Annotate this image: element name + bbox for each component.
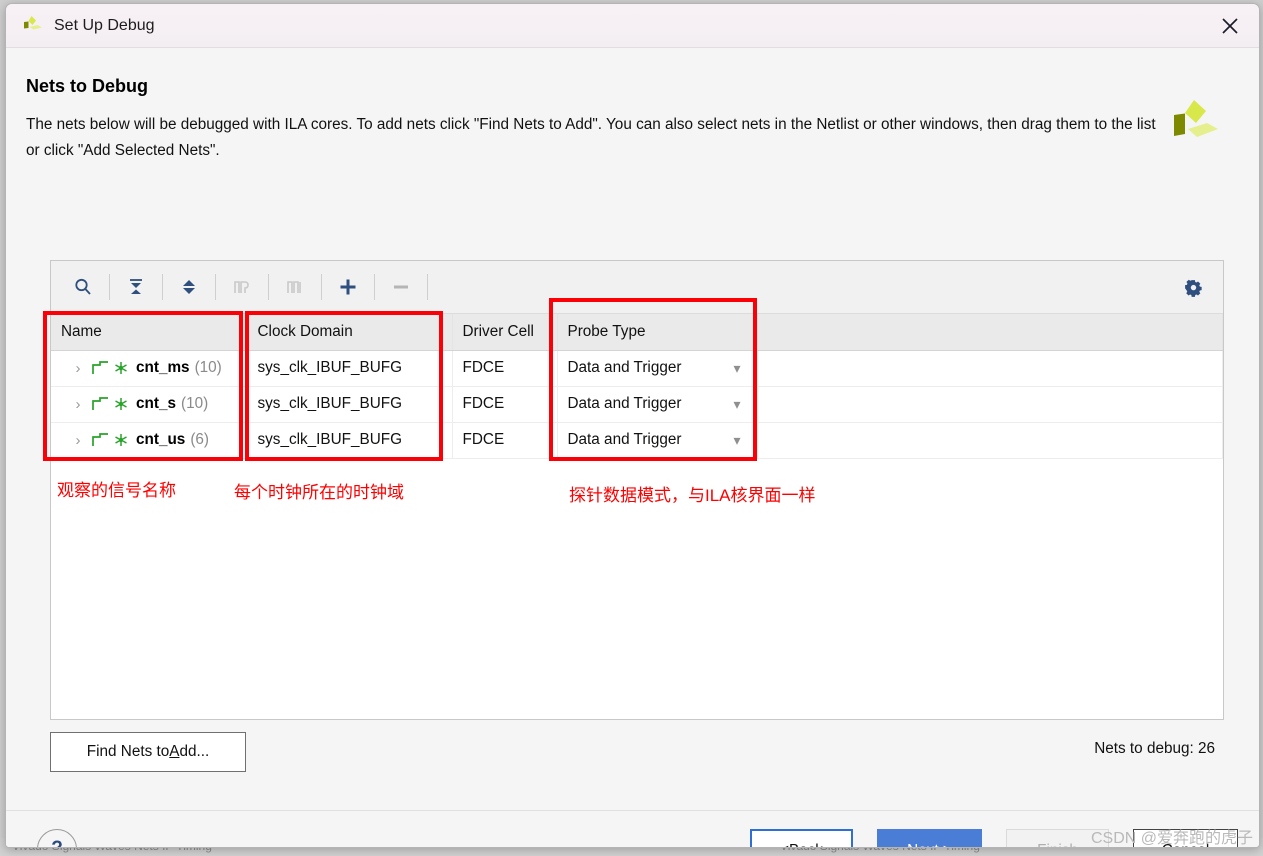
net-name: cnt_ms [136, 359, 190, 377]
select-prev-net-icon [223, 270, 261, 304]
find-nets-to-add-button[interactable]: Find Nets to Add... [50, 732, 246, 772]
chevron-down-icon[interactable]: ▾ [733, 360, 740, 377]
find-nets-label-key: A [169, 743, 179, 761]
table-row[interactable]: ›cnt_us(6)sys_clk_IBUF_BUFGFDCEData and … [51, 422, 1223, 458]
nets-toolbar [51, 261, 1223, 314]
table-header-row: Name Clock Domain Driver Cell Probe Type [51, 314, 1223, 350]
toolbar-separator [215, 274, 216, 300]
back-label-pre: < [780, 842, 789, 849]
gear-icon[interactable] [1177, 271, 1209, 303]
cell-driver-cell: FDCE [452, 350, 557, 386]
select-next-net-icon [276, 270, 314, 304]
search-icon[interactable] [64, 270, 102, 304]
help-button[interactable]: ? [37, 829, 77, 848]
toolbar-separator [321, 274, 322, 300]
finish-label-post: inish [1046, 842, 1077, 849]
net-count: (10) [181, 395, 208, 413]
next-label-key: N [907, 842, 918, 849]
cell-driver-cell: FDCE [452, 386, 557, 422]
nets-to-debug-count: Nets to debug: 26 [1094, 740, 1215, 758]
cell-clock-domain: sys_clk_IBUF_BUFG [247, 422, 452, 458]
page-title: Nets to Debug [26, 76, 148, 97]
back-button[interactable]: < Back [750, 829, 853, 848]
chevron-down-icon[interactable]: ▾ [733, 396, 740, 413]
probe-type-value: Data and Trigger [568, 359, 682, 377]
cell-name[interactable]: › cnt_ms (10) [51, 350, 247, 386]
toolbar-separator [374, 274, 375, 300]
cell-probe-type[interactable]: Data and Trigger ▾ [557, 350, 757, 386]
annotation-label-clock-domain: 每个时钟所在的时钟域 [234, 478, 404, 503]
expand-all-icon[interactable] [170, 270, 208, 304]
xilinx-logo-icon [20, 14, 44, 38]
find-nets-label-post: dd... [179, 743, 209, 761]
remove-icon[interactable] [382, 270, 420, 304]
cell-driver-cell: FDCE [452, 422, 557, 458]
table-row[interactable]: ›cnt_s(10)sys_clk_IBUF_BUFGFDCEData and … [51, 386, 1223, 422]
table-row[interactable]: ›cnt_ms(10)sys_clk_IBUF_BUFGFDCEData and… [51, 350, 1223, 386]
column-header-filler [757, 314, 1223, 350]
set-up-debug-dialog: Set Up Debug Nets to Debug The nets belo… [5, 3, 1260, 848]
watermark: CSDN @爱奔跑的虎子 [1091, 824, 1253, 848]
add-icon[interactable] [329, 270, 367, 304]
back-label-post: ack [799, 842, 823, 849]
net-name: cnt_us [136, 431, 185, 449]
expander-icon[interactable]: › [69, 433, 87, 448]
column-header-driver-cell[interactable]: Driver Cell [452, 314, 557, 350]
back-label-key: B [789, 842, 799, 849]
find-nets-label-pre: Find Nets to [87, 743, 169, 761]
toolbar-separator [162, 274, 163, 300]
net-count: (6) [190, 431, 209, 449]
cell-clock-domain: sys_clk_IBUF_BUFG [247, 350, 452, 386]
cell-probe-type[interactable]: Data and Trigger ▾ [557, 422, 757, 458]
net-name: cnt_s [136, 395, 176, 413]
chevron-down-icon[interactable]: ▾ [733, 432, 740, 449]
column-header-name[interactable]: Name [51, 314, 247, 350]
next-button[interactable]: Next > [877, 829, 982, 848]
cell-probe-type[interactable]: Data and Trigger ▾ [557, 386, 757, 422]
expander-icon[interactable]: › [69, 397, 87, 412]
dialog-title: Set Up Debug [54, 17, 155, 35]
annotation-label-name: 观察的信号名称 [57, 476, 176, 501]
cell-filler [757, 422, 1223, 458]
close-icon[interactable] [1201, 4, 1259, 47]
page-description: The nets below will be debugged with ILA… [26, 112, 1166, 164]
finish-label-key: F [1037, 842, 1046, 849]
cell-name[interactable]: › cnt_s (10) [51, 386, 247, 422]
next-label-post: ext > [918, 842, 952, 849]
cell-filler [757, 386, 1223, 422]
cell-clock-domain: sys_clk_IBUF_BUFG [247, 386, 452, 422]
probe-type-value: Data and Trigger [568, 431, 682, 449]
toolbar-separator [427, 274, 428, 300]
cell-filler [757, 350, 1223, 386]
footer-divider [6, 810, 1259, 811]
collapse-all-icon[interactable] [117, 270, 155, 304]
column-header-clock-domain[interactable]: Clock Domain [247, 314, 452, 350]
annotation-label-probe-type: 探针数据模式，与ILA核界面一样 [569, 481, 816, 506]
expander-icon[interactable]: › [69, 361, 87, 376]
column-header-probe-type[interactable]: Probe Type [557, 314, 757, 350]
toolbar-separator [268, 274, 269, 300]
cell-name[interactable]: › cnt_us (6) [51, 422, 247, 458]
nets-table: Name Clock Domain Driver Cell Probe Type… [51, 314, 1223, 459]
toolbar-separator [109, 274, 110, 300]
probe-type-value: Data and Trigger [568, 395, 682, 413]
dialog-body: Nets to Debug The nets below will be deb… [6, 48, 1259, 848]
net-count: (10) [195, 359, 222, 377]
dialog-titlebar[interactable]: Set Up Debug [6, 4, 1259, 48]
xilinx-brand-logo-icon [1166, 96, 1224, 154]
